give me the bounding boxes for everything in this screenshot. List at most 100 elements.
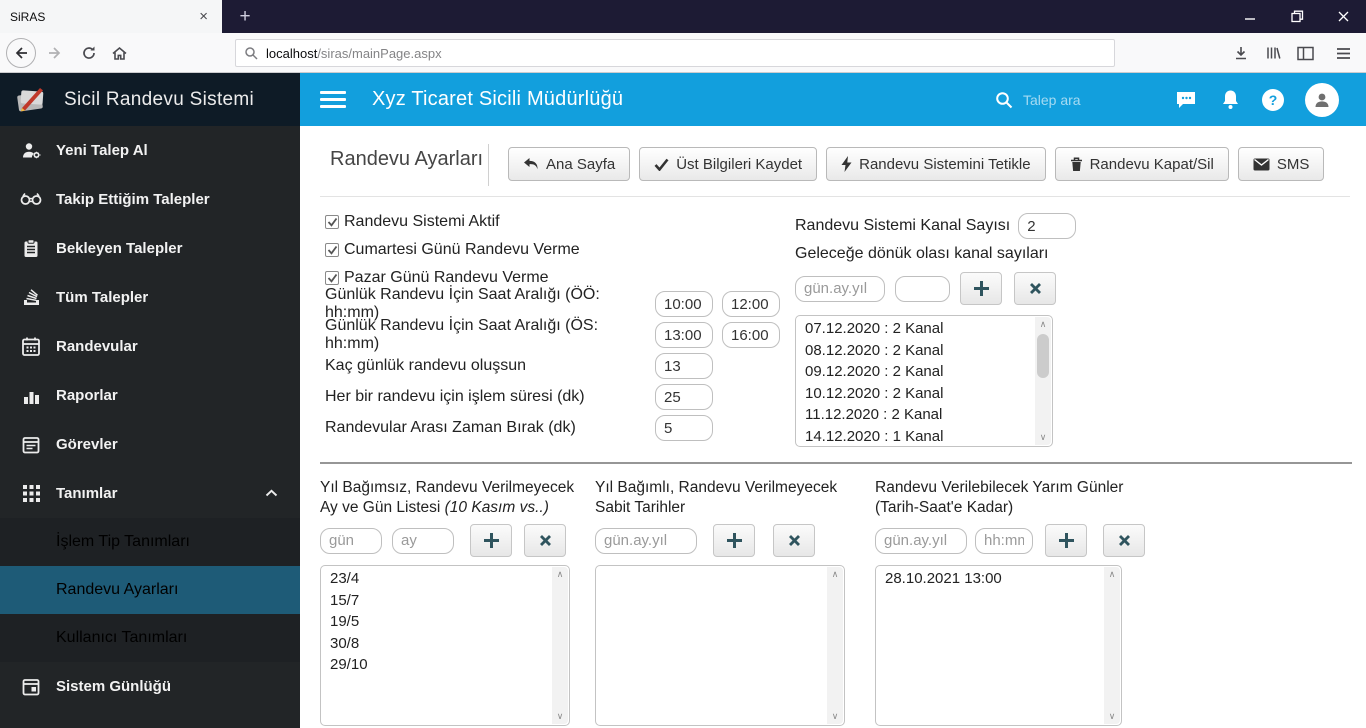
- col3-date-input[interactable]: [875, 527, 967, 554]
- save-header-button[interactable]: Üst Bilgileri Kaydet: [639, 147, 818, 181]
- scrollbar-thumb[interactable]: [1037, 334, 1049, 378]
- scrollbar[interactable]: ∧ ∨: [1035, 317, 1051, 445]
- scroll-down-icon[interactable]: ∨: [552, 709, 568, 724]
- channel-date-input[interactable]: [795, 275, 885, 302]
- home-page-button[interactable]: Ana Sayfa: [508, 147, 631, 181]
- sidebar-subitem-islem-tip[interactable]: İşlem Tip Tanımları: [0, 518, 300, 566]
- list-item[interactable]: 10.12.2020 : 2 Kanal: [796, 383, 1034, 405]
- sidebar-toggle-icon[interactable]: [1292, 40, 1318, 66]
- sidebar-hamburger-icon[interactable]: [320, 91, 346, 108]
- list-item[interactable]: 14.12.2020 : 1 Kanal: [796, 426, 1034, 445]
- scroll-up-icon[interactable]: ∧: [552, 567, 568, 582]
- list-item[interactable]: 29/10: [321, 654, 551, 676]
- scroll-up-icon[interactable]: ∧: [827, 567, 843, 582]
- home-button[interactable]: [106, 40, 132, 66]
- library-icon[interactable]: [1260, 40, 1286, 66]
- scrollbar[interactable]: ∧ ∨: [827, 567, 843, 724]
- scroll-down-icon[interactable]: ∨: [1035, 430, 1051, 445]
- browser-tab[interactable]: SiRAS ×: [0, 0, 222, 33]
- sidebar-subitem-randevu-ayarlari[interactable]: Randevu Ayarları: [0, 566, 300, 614]
- list-item[interactable]: 09.12.2020 : 2 Kanal: [796, 361, 1034, 383]
- col1-clear-button[interactable]: [524, 524, 566, 557]
- sidebar-item-bekleyen[interactable]: Bekleyen Talepler: [0, 224, 300, 273]
- list-item[interactable]: 19/5: [321, 611, 551, 633]
- list-item[interactable]: 15/7: [321, 590, 551, 612]
- messages-icon[interactable]: [1168, 73, 1204, 126]
- list-item[interactable]: 08.12.2020 : 2 Kanal: [796, 340, 1034, 362]
- col3-listbox[interactable]: 28.10.2021 13:00 ∧ ∨: [875, 565, 1122, 726]
- help-icon[interactable]: ?: [1255, 73, 1291, 126]
- url-bar[interactable]: localhost/siras/mainPage.aspx: [235, 39, 1115, 67]
- new-tab-button[interactable]: +: [228, 0, 262, 33]
- scroll-down-icon[interactable]: ∨: [827, 709, 843, 724]
- col1-add-button[interactable]: [470, 524, 512, 557]
- afternoon-start-input[interactable]: [655, 322, 713, 348]
- sidebar-item-tum-talepler[interactable]: Tüm Talepler: [0, 273, 300, 322]
- checkbox-icon[interactable]: [325, 243, 339, 257]
- checkbox-icon[interactable]: [325, 271, 339, 285]
- checkbox-row-saturday[interactable]: Cumartesi Günü Randevu Verme: [325, 239, 580, 261]
- close-button[interactable]: [1320, 0, 1366, 33]
- sidebar-item-raporlar[interactable]: Raporlar: [0, 371, 300, 420]
- sidebar-item-tanimlar[interactable]: Tanımlar: [0, 469, 300, 518]
- header-search[interactable]: [995, 91, 1153, 109]
- trigger-system-button[interactable]: Randevu Sistemini Tetikle: [826, 147, 1046, 181]
- scroll-up-icon[interactable]: ∧: [1035, 317, 1051, 332]
- channel-count-input[interactable]: [1018, 213, 1077, 239]
- bar-chart-icon: [20, 388, 42, 404]
- days-count-input[interactable]: [655, 353, 713, 379]
- gap-input[interactable]: [655, 415, 713, 441]
- download-icon[interactable]: [1228, 40, 1254, 66]
- reload-button[interactable]: [76, 40, 102, 66]
- duration-input[interactable]: [655, 384, 713, 410]
- list-item[interactable]: 23/4: [321, 568, 551, 590]
- scroll-up-icon[interactable]: ∧: [1104, 567, 1120, 582]
- channel-add-button[interactable]: [960, 272, 1002, 305]
- sidebar-item-yeni-talep[interactable]: Yeni Talep Al: [0, 126, 300, 175]
- tab-close-icon[interactable]: ×: [195, 8, 212, 25]
- menu-hamburger-icon[interactable]: [1330, 40, 1356, 66]
- x-icon: [539, 535, 551, 546]
- afternoon-end-input[interactable]: [722, 322, 780, 348]
- list-item[interactable]: 28.10.2021 13:00: [876, 568, 1103, 590]
- channel-value-input[interactable]: [895, 275, 950, 302]
- morning-end-input[interactable]: [722, 291, 780, 317]
- avatar[interactable]: [1300, 73, 1344, 126]
- checkbox-icon[interactable]: [325, 215, 339, 229]
- sidebar-item-gorevler[interactable]: Görevler: [0, 420, 300, 469]
- list-item[interactable]: 30/8: [321, 633, 551, 655]
- col2-title: Yıl Bağımlı, Randevu Verilmeyecek Sabit …: [595, 479, 838, 516]
- col2-listbox[interactable]: ∧ ∨: [595, 565, 845, 726]
- list-item[interactable]: 11.12.2020 : 2 Kanal: [796, 404, 1034, 426]
- sidebar-subitem-kullanici[interactable]: Kullanıcı Tanımları: [0, 614, 300, 662]
- col2-clear-button[interactable]: [773, 524, 815, 557]
- back-button[interactable]: [6, 38, 36, 68]
- col2-add-button[interactable]: [713, 524, 755, 557]
- col3-clear-button[interactable]: [1103, 524, 1145, 557]
- sidebar-item-sistem-gunlugu[interactable]: Sistem Günlüğü: [0, 662, 300, 711]
- col3-add-button[interactable]: [1045, 524, 1087, 557]
- col3-time-input[interactable]: [975, 527, 1033, 554]
- scrollbar[interactable]: ∧ ∨: [1104, 567, 1120, 724]
- checkbox-row-system-active[interactable]: Randevu Sistemi Aktif: [325, 211, 500, 233]
- col2-date-input[interactable]: [595, 527, 697, 554]
- sidebar-item-randevular[interactable]: Randevular: [0, 322, 300, 371]
- morning-start-input[interactable]: [655, 291, 713, 317]
- sms-button[interactable]: SMS: [1237, 147, 1325, 181]
- restore-button[interactable]: [1274, 0, 1320, 33]
- col1-input-row: [320, 524, 566, 557]
- col1-month-input[interactable]: [392, 527, 454, 554]
- col1-listbox[interactable]: 23/4 15/7 19/5 30/8 29/10 ∧ ∨: [320, 565, 570, 726]
- list-item[interactable]: 07.12.2020 : 2 Kanal: [796, 318, 1034, 340]
- forward-button[interactable]: [42, 40, 68, 66]
- search-input[interactable]: [1023, 91, 1153, 108]
- channel-listbox[interactable]: 07.12.2020 : 2 Kanal 08.12.2020 : 2 Kanal…: [795, 315, 1053, 447]
- channel-clear-button[interactable]: [1014, 272, 1056, 305]
- minimize-button[interactable]: [1227, 0, 1273, 33]
- scrollbar[interactable]: ∧ ∨: [552, 567, 568, 724]
- close-delete-appointment-button[interactable]: Randevu Kapat/Sil: [1054, 147, 1229, 181]
- col1-day-input[interactable]: [320, 527, 382, 554]
- notifications-bell-icon[interactable]: [1212, 73, 1248, 126]
- scroll-down-icon[interactable]: ∨: [1104, 709, 1120, 724]
- sidebar-item-takip-ettigim[interactable]: Takip Ettiğim Talepler: [0, 175, 300, 224]
